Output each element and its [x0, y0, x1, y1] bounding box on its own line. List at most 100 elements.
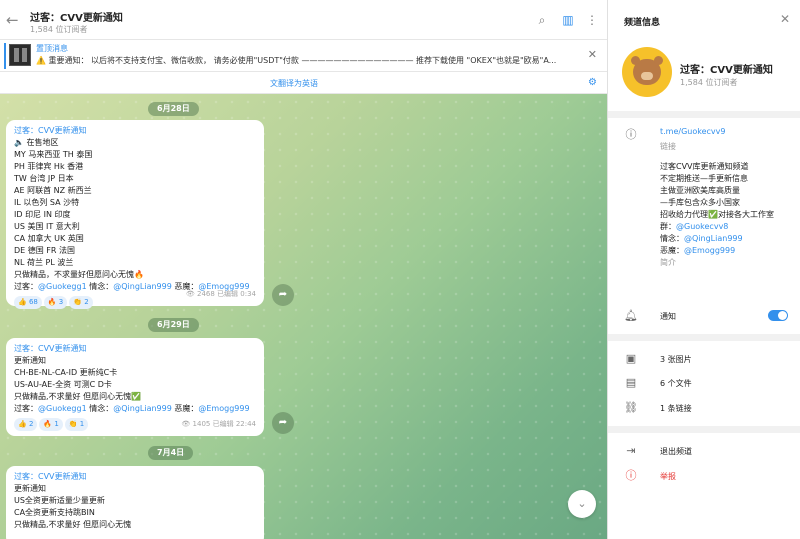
chat-pane: ← 过客：CVV更新通知 1,584 位订阅者 ⌕ ▥ ⋮ 置顶消息 ⚠️ 重要…	[0, 0, 607, 539]
reaction-chip[interactable]: 👍 68	[14, 296, 42, 309]
share-icon[interactable]: ➦	[272, 412, 294, 434]
sidebar-toggle-icon[interactable]: ▥	[561, 13, 575, 27]
description-line: 主做亚洲欧美库高质量	[660, 186, 740, 195]
translate-button[interactable]: 文翻译为英语	[270, 78, 318, 89]
reaction-chip[interactable]: 👍 2	[14, 418, 38, 431]
pinned-thumbnail	[9, 44, 31, 66]
channel-name: 过客：CVV更新通知	[680, 65, 773, 76]
channel-subscribers: 1,584 位订阅者	[680, 78, 738, 87]
message-line: 更新通知	[14, 356, 46, 365]
message-list[interactable]: 6月28日 过客：CVV更新通知 🔈 在售地区 MY 马来西亚 TH 泰国 PH…	[0, 94, 607, 539]
files-count[interactable]: 6 个文件	[660, 378, 692, 389]
photos-count[interactable]: 3 张图片	[660, 354, 692, 365]
footer-link[interactable]: @QingLian999	[113, 404, 172, 413]
footer-text: 情念：	[86, 282, 114, 291]
section-divider	[608, 111, 800, 118]
message-bubble[interactable]: 过客：CVV更新通知 🔈 在售地区 MY 马来西亚 TH 泰国 PH 菲律宾 H…	[6, 120, 264, 309]
date-separator: 7月4日	[148, 446, 194, 460]
message-line: DE 德国 FR 法国	[14, 246, 76, 255]
reaction-chip[interactable]: 👏 2	[69, 296, 93, 309]
message-line: NL 荷兰 PL 波兰	[14, 258, 74, 267]
chat-header: ← 过客：CVV更新通知 1,584 位订阅者 ⌕ ▥ ⋮	[0, 0, 607, 40]
footer-text: 情念：	[86, 404, 114, 413]
description-line: 招收给力代理✅对接各大工作室	[660, 210, 774, 219]
channel-info-panel: 频道信息 ✕ 过客：CVV更新通知 1,584 位订阅者 ⓘ t.me/Guok…	[607, 0, 800, 539]
report-button[interactable]: 举报	[660, 471, 676, 482]
reaction-chip[interactable]: 🔥 1	[39, 418, 63, 431]
leave-channel-button[interactable]: 退出频道	[660, 446, 692, 457]
notifications-label: 通知	[660, 312, 676, 321]
message-line: IL 以色列 SA 沙特	[14, 198, 80, 207]
translate-settings-icon[interactable]: ⚙	[588, 77, 597, 88]
spacer	[608, 296, 800, 297]
close-icon[interactable]: ✕	[588, 48, 597, 61]
pinned-message[interactable]: 置顶消息 ⚠️ 重要通知： 以后将不支持支付宝、微信收款， 请务必使用"USDT…	[0, 40, 607, 72]
message-line: 🔈 在售地区	[14, 138, 59, 147]
translate-bar: 文翻译为英语 ⚙	[0, 72, 607, 94]
footer-text: 恶魔：	[171, 404, 199, 413]
chevron-down-icon[interactable]: ⌄	[568, 490, 596, 518]
section-divider	[608, 426, 800, 433]
message-channel-name[interactable]: 过客：CVV更新通知	[14, 125, 256, 137]
footer-link[interactable]: @Guokegg1	[38, 282, 87, 291]
message-line: AE 阿联酋 NZ 新西兰	[14, 186, 92, 195]
message-line: TW 台湾 JP 日本	[14, 174, 74, 183]
footer-text: 过客：	[14, 282, 38, 291]
channel-description: 过客CVV库更新通知频道 不定期推送—手更新信息 主做亚洲欧美库高质量 —手库包…	[660, 161, 795, 269]
message-line: PH 菲律宾 Hk 香港	[14, 162, 84, 171]
pinned-indicator	[4, 43, 6, 69]
panel-title: 频道信息	[624, 18, 661, 28]
more-vertical-icon[interactable]: ⋮	[585, 13, 599, 27]
contact-link[interactable]: @QingLian999	[684, 234, 743, 243]
photo-icon: ▣	[625, 352, 637, 365]
message-meta: 👁 1405 已编辑 22:44	[181, 418, 256, 430]
message-line: 只做精品,不求量好 但愿问心无愧	[14, 520, 132, 529]
contact-link[interactable]: @Emogg999	[684, 246, 735, 255]
contact-line: 情念：@QingLian999	[660, 233, 795, 245]
contact-label: 群：	[660, 222, 676, 231]
section-divider	[608, 334, 800, 341]
close-icon[interactable]: ✕	[780, 12, 790, 26]
share-icon[interactable]: ➦	[272, 284, 294, 306]
message-bubble[interactable]: 过客：CVV更新通知 更新通知 US全资更新适量少量更新 CA全资更新支持跳BI…	[6, 466, 264, 539]
message-bubble[interactable]: 过客：CVV更新通知 更新通知 CH-BE-NL-CA-ID 更新纯C卡 US-…	[6, 338, 264, 436]
message-meta: 👁 2468 已编辑 0:34	[186, 288, 256, 300]
notifications-toggle[interactable]	[768, 310, 788, 321]
description-line: 不定期推送—手更新信息	[660, 174, 748, 183]
date-separator: 6月28日	[148, 102, 199, 116]
date-separator: 6月29日	[148, 318, 199, 332]
bell-icon: 🔔︎	[624, 309, 638, 322]
edited-time: 已编辑 22:44	[212, 420, 256, 428]
message-line: US-AU-AE-全资 可测C D卡	[14, 380, 112, 389]
translate-label: 翻译为英语	[278, 79, 318, 88]
avatar[interactable]	[622, 47, 672, 97]
footer-link[interactable]: @QingLian999	[113, 282, 172, 291]
footer-link[interactable]: @Guokegg1	[38, 404, 87, 413]
info-icon: ⓘ	[625, 128, 637, 141]
message-line: 更新通知	[14, 484, 46, 493]
description-line: 过客CVV库更新通知频道	[660, 162, 749, 171]
links-count[interactable]: 1 条链接	[660, 403, 692, 414]
view-count: 👁 1405	[181, 420, 211, 428]
report-icon: ⓘ	[625, 469, 637, 482]
search-icon[interactable]: ⌕	[535, 13, 549, 27]
message-line: MY 马来西亚 TH 泰国	[14, 150, 93, 159]
back-arrow-icon[interactable]: ←	[6, 12, 22, 28]
reaction-chip[interactable]: 👏 1	[64, 418, 89, 431]
message-line: CA 加拿大 UK 英国	[14, 234, 84, 243]
channel-link[interactable]: t.me/Guokecvv9	[660, 127, 725, 136]
chat-title[interactable]: 过客：CVV更新通知	[30, 9, 123, 24]
message-footer: 过客：@Guokegg1 情念：@QingLian999 恶魔：@Emogg99…	[14, 403, 256, 415]
pinned-title: 置顶消息	[36, 44, 68, 53]
footer-link[interactable]: @Emogg999	[198, 404, 249, 413]
message-channel-name[interactable]: 过客：CVV更新通知	[14, 471, 256, 483]
pinned-text: ⚠️ 重要通知： 以后将不支持支付宝、微信收款， 请务必使用"USDT"付款 —…	[36, 56, 557, 65]
description-line: —手库包含众多小国家	[660, 198, 740, 207]
bear-avatar-icon	[631, 56, 663, 85]
link-icon: ⛓	[624, 401, 638, 414]
message-channel-name[interactable]: 过客：CVV更新通知	[14, 343, 256, 355]
contact-link[interactable]: @Guokecvv8	[676, 222, 728, 231]
subscriber-count: 1,584 位订阅者	[30, 25, 88, 34]
reaction-chip[interactable]: 🔥 3	[43, 296, 68, 309]
edited-time: 已编辑 0:34	[217, 290, 256, 298]
